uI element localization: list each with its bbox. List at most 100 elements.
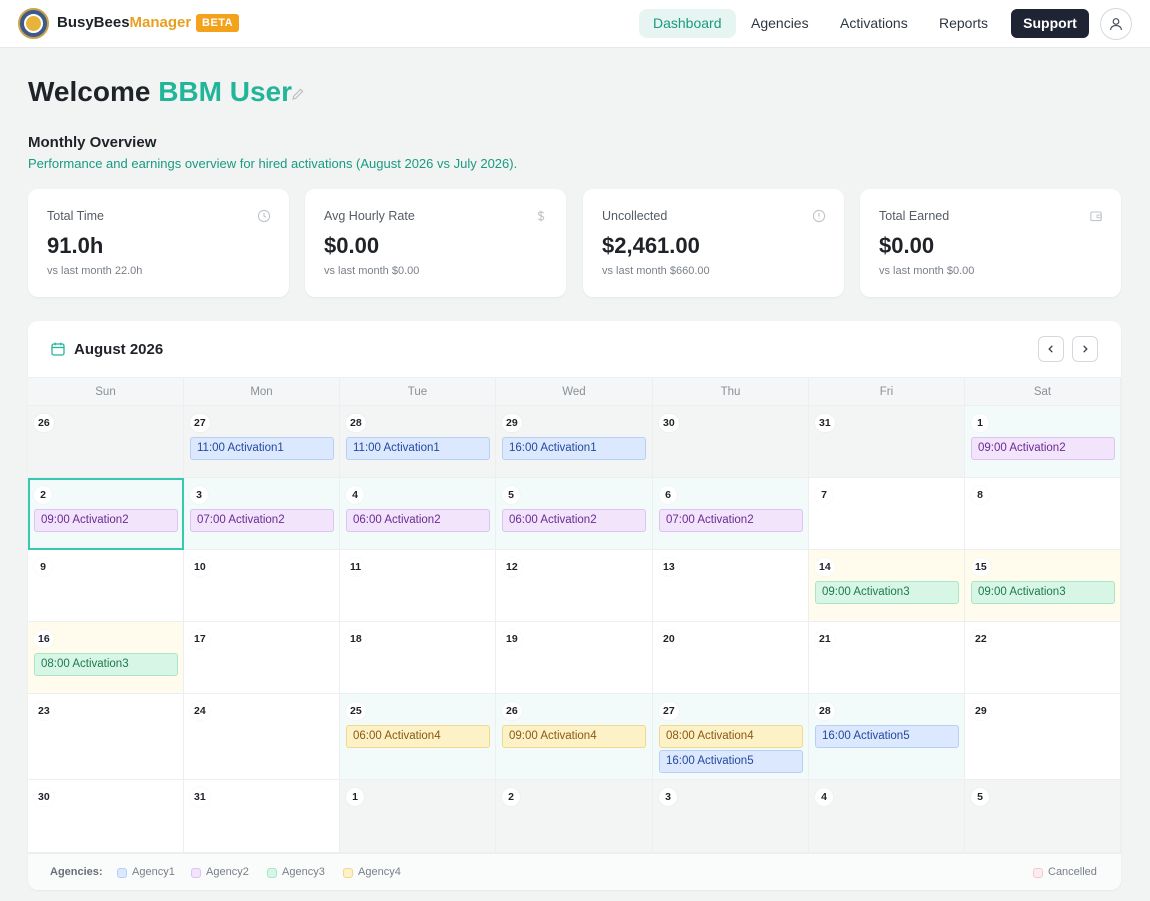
calendar-day-cell[interactable]: 5 06:00 Activation2 (496, 478, 653, 550)
stat-label: Total Earned (879, 209, 950, 223)
calendar-day-cell[interactable]: 9 (28, 550, 184, 622)
legend-label: Agency1 (132, 866, 175, 878)
calendar-day-cell[interactable]: 14 09:00 Activation3 (809, 550, 965, 622)
calendar-day-cell[interactable]: 15 09:00 Activation3 (965, 550, 1121, 622)
nav-dashboard[interactable]: Dashboard (639, 9, 736, 38)
nav-reports[interactable]: Reports (925, 9, 1002, 38)
event-name: Activation3 (853, 586, 910, 598)
calendar-day-cell[interactable]: 11 (340, 550, 496, 622)
calendar-day-cell[interactable]: 20 (653, 622, 809, 694)
brand-name[interactable]: BusyBeesManager (57, 14, 191, 31)
event-name: Activation5 (853, 730, 910, 742)
calendar-day-cell[interactable]: 19 (496, 622, 653, 694)
calendar-event[interactable]: 07:00 Activation2 (659, 509, 803, 532)
user-avatar-button[interactable] (1100, 8, 1132, 40)
calendar-day-cell[interactable]: 12 (496, 550, 653, 622)
calendar-day-cell[interactable]: 6 07:00 Activation2 (653, 478, 809, 550)
calendar-day-cell[interactable]: 25 06:00 Activation4 (340, 694, 496, 780)
calendar-day-cell[interactable]: 3 07:00 Activation2 (184, 478, 340, 550)
calendar-day-cell[interactable]: 28 11:00 Activation1 (340, 406, 496, 478)
support-button[interactable]: Support (1011, 9, 1089, 38)
wallet-icon (1090, 211, 1102, 222)
nav-agencies[interactable]: Agencies (737, 9, 823, 38)
day-number: 20 (659, 630, 679, 648)
calendar-day-cell[interactable]: 2 (496, 780, 653, 853)
calendar-event[interactable]: 07:00 Activation2 (190, 509, 334, 532)
calendar-day-cell[interactable]: 31 (809, 406, 965, 478)
day-number: 4 (346, 486, 364, 504)
prev-month-button[interactable] (1038, 336, 1064, 362)
stat-value: $2,461.00 (602, 233, 700, 258)
calendar-day-cell[interactable]: 3 (653, 780, 809, 853)
calendar-day-cell[interactable]: 26 09:00 Activation4 (496, 694, 653, 780)
weekday-fri: Fri (809, 378, 965, 406)
pencil-icon[interactable] (291, 87, 305, 101)
event-time: 06:00 (353, 730, 382, 742)
day-number: 30 (659, 414, 679, 432)
calendar-day-cell[interactable]: 21 (809, 622, 965, 694)
event-time: 06:00 (509, 514, 538, 526)
calendar-day-cell[interactable]: 10 (184, 550, 340, 622)
clock-icon (257, 209, 271, 223)
calendar-event[interactable]: 06:00 Activation2 (502, 509, 646, 532)
agency-legend: Agencies: Agency1 Agency2 Agency3 Agency… (28, 853, 1121, 890)
calendar-day-cell[interactable]: 4 (809, 780, 965, 853)
calendar-day-cell[interactable]: 22 (965, 622, 1121, 694)
calendar-day-cell[interactable]: 7 (809, 478, 965, 550)
day-number: 22 (971, 630, 991, 648)
calendar-event[interactable]: 08:00 Activation4 (659, 725, 803, 748)
calendar-event[interactable]: 09:00 Activation2 (34, 509, 178, 532)
user-icon (1109, 18, 1123, 31)
day-number: 19 (502, 630, 522, 648)
day-number: 14 (815, 558, 835, 576)
day-number: 5 (971, 788, 989, 806)
calendar-panel: August 2026 Sun Mon Tue Wed Thu Fri Sat 26 27 11… (28, 321, 1121, 890)
event-time: 09:00 (41, 514, 70, 526)
event-time: 08:00 (41, 658, 70, 670)
bee-logo-icon[interactable] (18, 8, 49, 39)
next-month-button[interactable] (1072, 336, 1098, 362)
day-number: 7 (815, 486, 833, 504)
calendar-day-cell[interactable]: 18 (340, 622, 496, 694)
calendar-day-cell[interactable]: 4 06:00 Activation2 (340, 478, 496, 550)
legend-label: Cancelled (1048, 866, 1097, 878)
calendar-event[interactable]: 09:00 Activation3 (971, 581, 1115, 604)
day-number: 2 (34, 486, 52, 504)
event-time: 08:00 (666, 730, 695, 742)
calendar-event[interactable]: 09:00 Activation2 (971, 437, 1115, 460)
calendar-day-cell[interactable]: 5 (965, 780, 1121, 853)
day-number: 26 (34, 414, 54, 432)
calendar-day-cell[interactable]: 8 (965, 478, 1121, 550)
calendar-day-cell[interactable]: 27 08:00 Activation4 16:00 Activation5 (653, 694, 809, 780)
calendar-day-cell[interactable]: 31 (184, 780, 340, 853)
calendar-day-cell[interactable]: 30 (653, 406, 809, 478)
calendar-event[interactable]: 06:00 Activation4 (346, 725, 490, 748)
calendar-event[interactable]: 08:00 Activation3 (34, 653, 178, 676)
calendar-day-cell[interactable]: 26 (28, 406, 184, 478)
calendar-event[interactable]: 06:00 Activation2 (346, 509, 490, 532)
calendar-event[interactable]: 16:00 Activation1 (502, 437, 646, 460)
calendar-day-cell[interactable]: 2 09:00 Activation2 (28, 478, 184, 550)
calendar-event[interactable]: 16:00 Activation5 (815, 725, 959, 748)
calendar-event[interactable]: 09:00 Activation3 (815, 581, 959, 604)
calendar-day-cell[interactable]: 1 (340, 780, 496, 853)
calendar-day-cell[interactable]: 30 (28, 780, 184, 853)
calendar-event[interactable]: 16:00 Activation5 (659, 750, 803, 773)
calendar-day-cell[interactable]: 17 (184, 622, 340, 694)
event-name: Activation3 (1009, 586, 1066, 598)
calendar-day-cell[interactable]: 28 16:00 Activation5 (809, 694, 965, 780)
nav-activations[interactable]: Activations (826, 9, 922, 38)
weekday-mon: Mon (184, 378, 340, 406)
calendar-event[interactable]: 11:00 Activation1 (346, 437, 490, 460)
event-time: 09:00 (978, 442, 1007, 454)
calendar-day-cell[interactable]: 1 09:00 Activation2 (965, 406, 1121, 478)
calendar-day-cell[interactable]: 27 11:00 Activation1 (184, 406, 340, 478)
calendar-event[interactable]: 09:00 Activation4 (502, 725, 646, 748)
calendar-day-cell[interactable]: 16 08:00 Activation3 (28, 622, 184, 694)
calendar-day-cell[interactable]: 29 (965, 694, 1121, 780)
calendar-day-cell[interactable]: 24 (184, 694, 340, 780)
calendar-event[interactable]: 11:00 Activation1 (190, 437, 334, 460)
calendar-day-cell[interactable]: 13 (653, 550, 809, 622)
calendar-day-cell[interactable]: 29 16:00 Activation1 (496, 406, 653, 478)
calendar-day-cell[interactable]: 23 (28, 694, 184, 780)
